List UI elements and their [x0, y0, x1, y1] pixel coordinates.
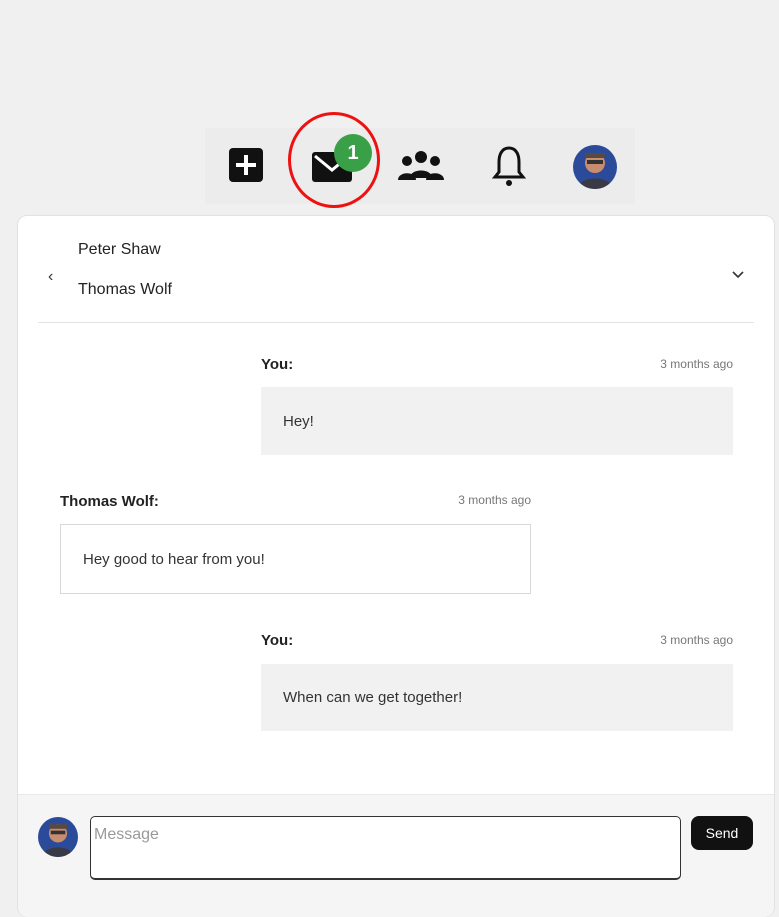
message-composer: Send: [18, 794, 774, 917]
message-text: Hey!: [283, 412, 314, 430]
message-text: When can we get together!: [283, 689, 463, 706]
header-divider: [38, 322, 754, 323]
message-timestamp: 3 months ago: [660, 633, 733, 647]
participant-name[interactable]: Thomas Wolf: [78, 281, 172, 299]
user-avatar: [38, 817, 78, 857]
message-bubble: Hey good to hear from you!: [60, 524, 531, 594]
message-timestamp: 3 months ago: [660, 357, 733, 371]
new-post-plus-icon[interactable]: [228, 147, 264, 183]
message-timestamp: 3 months ago: [458, 493, 531, 507]
message-bubble: When can we get together!: [261, 664, 733, 731]
conversation-panel: ‹ Peter Shaw Thomas Wolf You: 3 months a…: [17, 215, 775, 917]
unread-messages-badge: 1: [334, 134, 372, 172]
message-sender: Thomas Wolf:: [60, 493, 159, 510]
message-input[interactable]: [90, 816, 681, 880]
participant-name[interactable]: Peter Shaw: [78, 241, 161, 259]
group-icon[interactable]: [397, 148, 445, 184]
message-bubble: Hey!: [261, 387, 733, 455]
message-text: Hey good to hear from you!: [83, 550, 265, 568]
back-chevron-icon[interactable]: ‹: [48, 268, 53, 286]
chevron-down-icon[interactable]: [730, 268, 746, 282]
message-sender: You:: [261, 632, 294, 649]
send-button[interactable]: Send: [691, 816, 753, 850]
message-sender: You:: [261, 356, 294, 373]
bell-icon[interactable]: [491, 144, 527, 188]
user-avatar[interactable]: [573, 145, 617, 189]
